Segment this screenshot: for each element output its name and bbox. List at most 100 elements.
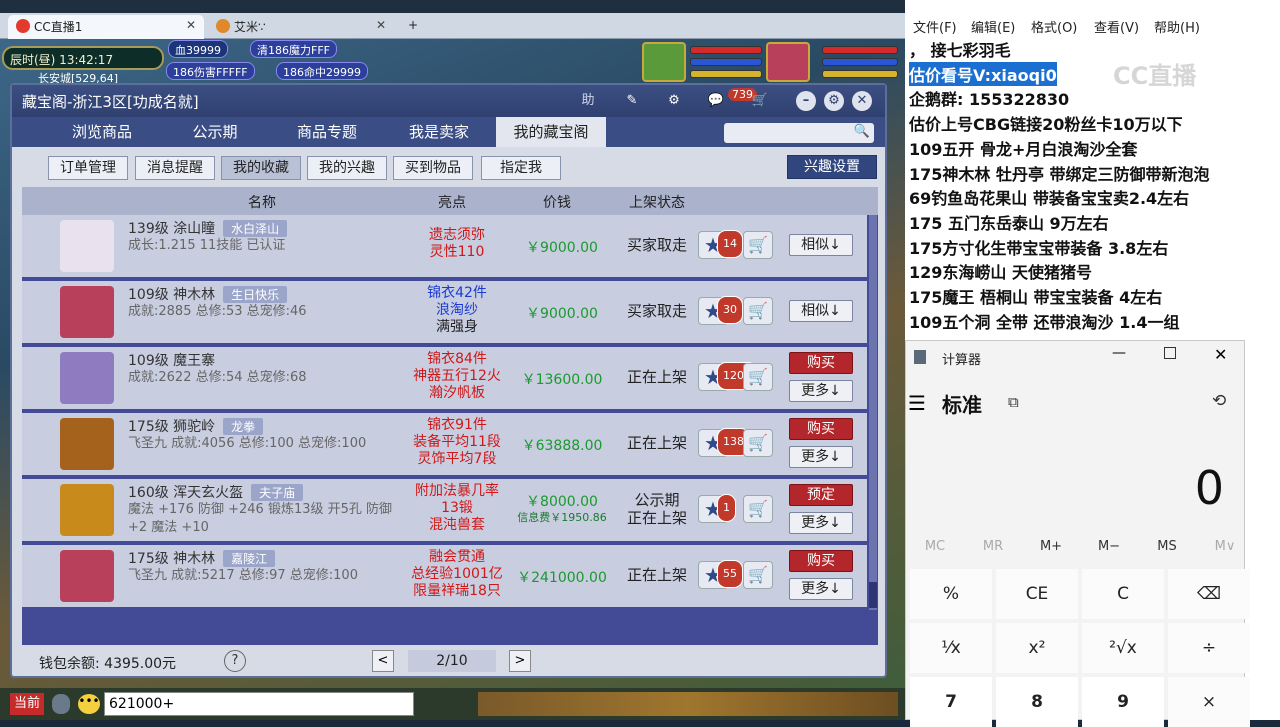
favorite-star-icon[interactable]: ★ 1 — [698, 494, 736, 523]
help-icon[interactable]: ? — [224, 650, 246, 672]
menu-item[interactable]: 帮助(H) — [1154, 17, 1200, 36]
tab-topics[interactable]: 商品专题 — [272, 117, 382, 147]
table-row[interactable]: 109级 魔王寨 成就:2622 总修:54 总宠修:68 锦衣84件 神器五行12火… — [22, 347, 867, 409]
primary-action-button[interactable]: 购买 — [789, 550, 853, 572]
keep-on-top-icon[interactable]: ⧉ — [1008, 393, 1019, 411]
message-icon[interactable]: 💬 — [706, 91, 726, 111]
cart-icon[interactable]: 🛒 — [743, 495, 773, 523]
cart-icon[interactable]: 🛒 — [743, 363, 773, 391]
tab-my-pavilion[interactable]: 我的藏宝阁 — [496, 117, 606, 147]
more-button[interactable]: 更多↓ — [789, 446, 853, 468]
table-row[interactable]: 139级 涂山瞳 水白泽山 成长:1.215 11技能 已认证 遗志须弥 灵性110 ￥9… — [22, 215, 867, 277]
tab-public-period[interactable]: 公示期 — [160, 117, 270, 147]
menu-item[interactable]: 格式(O) — [1031, 17, 1077, 36]
subtab-orders[interactable]: 订单管理 — [48, 156, 128, 180]
subtab-assigned[interactable]: 指定我 — [481, 156, 561, 180]
primary-action-button[interactable]: 预定 — [789, 484, 853, 506]
memory-key[interactable]: M∨ — [1196, 539, 1254, 554]
close-icon[interactable]: ✕ — [1214, 345, 1227, 364]
close-icon[interactable]: ✕ — [376, 18, 386, 32]
pet-portrait[interactable] — [642, 42, 686, 82]
favorite-star-icon[interactable]: ★ 30 — [698, 296, 743, 325]
cart-icon[interactable]: 🛒 — [743, 297, 773, 325]
close-icon[interactable]: ✕ — [186, 18, 196, 32]
calculator-key[interactable]: ⌫ — [1168, 569, 1250, 619]
item-avatar[interactable] — [60, 418, 114, 470]
more-button[interactable]: 更多↓ — [789, 578, 853, 600]
more-button[interactable]: 更多↓ — [789, 512, 853, 534]
cart-icon[interactable]: 🛒 — [743, 231, 773, 259]
favorite-count-badge: 55 — [717, 560, 743, 588]
game-toolbar-icons[interactable] — [478, 692, 898, 716]
minimize-icon[interactable]: — — [1112, 345, 1126, 361]
player-portrait[interactable] — [766, 42, 810, 82]
microphone-icon[interactable] — [52, 694, 70, 714]
menu-item[interactable]: 编辑(E) — [971, 17, 1015, 36]
subtab-interests[interactable]: 我的兴趣 — [307, 156, 387, 180]
primary-action-button[interactable]: 购买 — [789, 352, 853, 374]
edit-icon[interactable]: ✎ — [622, 91, 642, 111]
table-row[interactable]: 160级 浑天玄火盔 夫子庙 魔法 +176 防御 +246 锻炼13级 开5孔 防… — [22, 479, 867, 541]
subtab-purchased[interactable]: 买到物品 — [393, 156, 473, 180]
cart-icon[interactable]: 🛒 — [743, 561, 773, 589]
subtab-favorites[interactable]: 我的收藏 — [221, 156, 301, 180]
memory-key[interactable]: M+ — [1022, 539, 1080, 554]
primary-action-button[interactable]: 相似↓ — [789, 300, 853, 322]
item-avatar[interactable] — [60, 352, 114, 404]
chat-input[interactable]: 621000+ — [104, 692, 414, 716]
item-avatar[interactable] — [60, 220, 114, 272]
favorite-star-icon[interactable]: ★ 14 — [698, 230, 743, 259]
table-row[interactable]: 175级 神木林 嘉陵江 飞圣九 成就:5217 总修:97 总宠修:100 融会贯通… — [22, 545, 867, 607]
primary-action-button[interactable]: 购买 — [789, 418, 853, 440]
table-row[interactable]: 175级 狮驼岭 龙拳 飞圣九 成就:4056 总修:100 总宠修:100 锦衣91… — [22, 413, 867, 475]
history-icon[interactable]: ⟲ — [1212, 391, 1226, 411]
calculator-key[interactable]: ²√x — [1082, 623, 1164, 673]
item-avatar[interactable] — [60, 484, 114, 536]
memory-key[interactable]: MC — [906, 539, 964, 554]
tab-aimi[interactable]: 艾米∵ ✕ — [208, 15, 394, 39]
tab-browse[interactable]: 浏览商品 — [47, 117, 157, 147]
cart-icon[interactable]: 🛒 — [750, 91, 770, 111]
next-page-button[interactable]: > — [509, 650, 531, 672]
calculator-key[interactable]: ÷ — [1168, 623, 1250, 673]
hamburger-menu-icon[interactable]: ☰ — [908, 391, 926, 415]
calculator-key[interactable]: % — [910, 569, 992, 619]
search-input[interactable]: 🔍 — [724, 123, 874, 143]
prev-page-button[interactable]: < — [372, 650, 394, 672]
scrollbar-thumb[interactable] — [869, 582, 877, 608]
emoji-icon[interactable]: ••• — [78, 694, 100, 714]
col-highlights: 亮点 — [438, 195, 466, 211]
help-icon[interactable]: 助 — [578, 91, 598, 111]
close-icon[interactable]: ✕ — [852, 91, 872, 111]
table-row[interactable]: 109级 神木林 生日快乐 成就:2885 总修:53 总宠修:46 锦衣42件 浪淘纱… — [22, 281, 867, 343]
item-avatar[interactable] — [60, 550, 114, 602]
calculator-key[interactable]: x² — [996, 623, 1078, 673]
tab-cc-live[interactable]: CC直播1 ✕ — [8, 15, 204, 39]
settings-gear-icon[interactable]: ⚙ — [664, 91, 684, 111]
favorite-star-icon[interactable]: ★ 55 — [698, 560, 743, 589]
memory-key[interactable]: MR — [964, 539, 1022, 554]
scrollbar[interactable] — [869, 215, 877, 610]
options-gear-icon[interactable]: ⚙ — [824, 91, 844, 111]
channel-current[interactable]: 当前 — [10, 693, 44, 715]
item-avatar[interactable] — [60, 286, 114, 338]
interest-settings-button[interactable]: 兴趣设置 — [787, 155, 877, 179]
tab-seller[interactable]: 我是卖家 — [384, 117, 494, 147]
maximize-icon[interactable] — [1164, 347, 1176, 359]
calculator-key[interactable]: CE — [996, 569, 1078, 619]
calculator-key[interactable]: ¹⁄x — [910, 623, 992, 673]
cart-icon[interactable]: 🛒 — [743, 429, 773, 457]
new-tab-button[interactable]: + — [400, 15, 424, 39]
memory-key[interactable]: MS — [1138, 539, 1196, 554]
search-icon[interactable]: 🔍 — [854, 124, 870, 139]
favorite-star-icon[interactable]: ★ 1206 — [698, 362, 757, 391]
menu-item[interactable]: 查看(V) — [1094, 17, 1139, 36]
favorite-star-icon[interactable]: ★ 138 — [698, 428, 750, 457]
more-button[interactable]: 更多↓ — [789, 380, 853, 402]
subtab-messages[interactable]: 消息提醒 — [135, 156, 215, 180]
primary-action-button[interactable]: 相似↓ — [789, 234, 853, 256]
minimize-icon[interactable]: – — [796, 91, 816, 111]
calculator-key[interactable]: C — [1082, 569, 1164, 619]
menu-item[interactable]: 文件(F) — [913, 17, 957, 36]
memory-key[interactable]: M− — [1080, 539, 1138, 554]
